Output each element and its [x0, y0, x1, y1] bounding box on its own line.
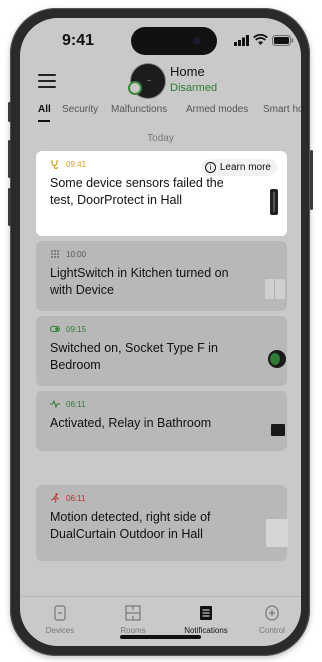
- rooms-icon: [125, 605, 141, 621]
- hub-name[interactable]: Home: [170, 64, 205, 79]
- dualcurtain-device-icon: [266, 519, 288, 547]
- nav-label: Devices: [45, 626, 75, 635]
- clock: 9:41: [62, 32, 95, 49]
- nav-notifications[interactable]: Notifications: [176, 605, 236, 635]
- tab-smart-home[interactable]: Smart home: [263, 104, 301, 115]
- signal-icon: [234, 35, 249, 46]
- notification-time: 06:11: [66, 493, 86, 503]
- notifications-icon: [200, 606, 212, 620]
- toggle-on-icon: [50, 326, 60, 332]
- nav-label: Control: [259, 626, 285, 635]
- active-tab-indicator: [38, 120, 50, 122]
- wifi-icon: [253, 34, 268, 45]
- socket-device-icon: [268, 350, 286, 368]
- relay-device-icon: [271, 424, 285, 436]
- hub-status: Disarmed: [170, 82, 218, 94]
- notification-text: Switched on, Socket Type F in Bedroom: [50, 341, 218, 372]
- notification-card[interactable]: 09:41 i Learn more Some device sensors f…: [36, 151, 287, 236]
- info-icon: i: [204, 162, 216, 173]
- nav-label: Rooms: [120, 626, 146, 635]
- menu-icon[interactable]: [38, 74, 56, 88]
- tab-armed-modes[interactable]: Armed modes: [186, 104, 248, 115]
- notification-text: LightSwitch in Kitchen turned on with De…: [50, 266, 229, 297]
- app-screen: 9:41 Home Disarmed All Security Malfunct…: [20, 18, 301, 646]
- keypad-icon: [51, 250, 59, 258]
- devices-icon: [54, 605, 66, 621]
- malfunction-stethoscope-icon: [51, 160, 59, 169]
- learn-more-button[interactable]: i Learn more: [200, 159, 277, 176]
- action-button: [8, 102, 11, 122]
- hub-status-ring-icon: [128, 81, 142, 95]
- nav-devices[interactable]: Devices: [30, 605, 90, 635]
- lightswitch-device-icon: [265, 279, 285, 299]
- tab-all[interactable]: All: [38, 104, 51, 115]
- learn-more-label: Learn more: [219, 162, 271, 173]
- notification-text: Activated, Relay in Bathroom: [50, 416, 212, 430]
- notification-card[interactable]: 06:11 Activated, Relay in Bathroom: [36, 391, 287, 451]
- control-icon: [265, 605, 279, 621]
- volume-up-button: [8, 140, 11, 178]
- status-bar: 9:41: [20, 18, 301, 62]
- notification-time: 09:15: [66, 324, 87, 334]
- tab-security[interactable]: Security: [62, 104, 98, 115]
- filter-tabs: All Security Malfunctions Armed modes Sm…: [20, 104, 301, 126]
- battery-icon: [272, 35, 294, 46]
- notification-card[interactable]: 10:00 LightSwitch in Kitchen turned on w…: [36, 241, 287, 311]
- motion-runner-icon: [50, 493, 60, 503]
- volume-down-button: [8, 188, 11, 226]
- power-button: [310, 150, 313, 210]
- notification-time: 06:11: [66, 399, 86, 409]
- pulse-icon: [50, 399, 60, 409]
- nav-control[interactable]: Control: [242, 605, 301, 635]
- nav-label: Notifications: [184, 626, 228, 635]
- notification-time: 10:00: [66, 249, 87, 259]
- notification-text: Motion detected, right side of DualCurta…: [50, 510, 211, 541]
- date-group-label: Today: [147, 133, 174, 144]
- notification-card[interactable]: 06:11 Motion detected, right side of Dua…: [36, 485, 288, 561]
- doorprotect-device-icon: [270, 189, 278, 215]
- notification-card[interactable]: 09:15 Switched on, Socket Type F in Bedr…: [36, 316, 287, 386]
- notification-text: Some device sensors failed the test, Doo…: [50, 176, 224, 207]
- dynamic-island: [131, 27, 217, 55]
- nav-rooms[interactable]: Rooms: [103, 605, 163, 635]
- tab-malfunctions[interactable]: Malfunctions: [111, 104, 167, 115]
- notification-time: 09:41: [66, 159, 87, 169]
- home-indicator: [120, 635, 201, 639]
